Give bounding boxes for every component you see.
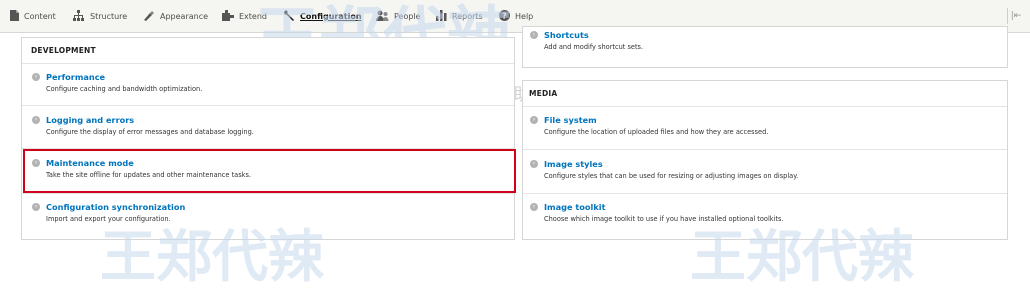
- item-title[interactable]: Configuration synchronization: [46, 202, 185, 212]
- toolbar-item-label: Reports: [452, 12, 483, 21]
- item-description: Configure the display of error messages …: [46, 128, 254, 136]
- divider: [523, 106, 1007, 107]
- shortcuts-link[interactable]: › Shortcuts Add and modify shortcut sets…: [530, 30, 990, 54]
- logging-errors-link[interactable]: › Logging and errors Configure the displ…: [32, 115, 502, 139]
- wrench-icon: [283, 9, 295, 24]
- divider: [523, 193, 1007, 194]
- divider: [22, 193, 514, 194]
- puzzle-icon: [222, 10, 234, 23]
- item-description: Choose which image toolkit to use if you…: [544, 215, 784, 223]
- arrow-right-icon: ›: [530, 160, 538, 168]
- item-description: Configure the location of uploaded files…: [544, 128, 769, 136]
- image-toolkit-link[interactable]: › Image toolkit Choose which image toolk…: [530, 202, 995, 226]
- item-title[interactable]: Shortcuts: [544, 30, 589, 40]
- toolbar-item-label: Content: [24, 12, 56, 21]
- toolbar-item-configuration[interactable]: Configuration: [283, 0, 362, 33]
- toolbar-item-reports[interactable]: Reports: [436, 0, 483, 33]
- toolbar-item-label: People: [394, 12, 421, 21]
- hierarchy-icon: [72, 10, 85, 23]
- media-panel: MEDIA › File system Configure the locati…: [522, 80, 1008, 240]
- item-title[interactable]: Image styles: [544, 159, 603, 169]
- item-title[interactable]: Logging and errors: [46, 115, 134, 125]
- arrow-right-icon: ›: [530, 116, 538, 124]
- arrow-right-icon: ›: [32, 116, 40, 124]
- configuration-sync-link[interactable]: › Configuration synchronization Import a…: [32, 202, 502, 226]
- toolbar-item-people[interactable]: People: [376, 0, 421, 33]
- toolbar-item-appearance[interactable]: Appearance: [143, 0, 208, 33]
- item-title[interactable]: Performance: [46, 72, 105, 82]
- image-styles-link[interactable]: › Image styles Configure styles that can…: [530, 159, 995, 183]
- people-icon: [376, 10, 389, 23]
- performance-link[interactable]: › Performance Configure caching and band…: [32, 72, 502, 96]
- arrow-right-icon: ›: [530, 203, 538, 211]
- user-interface-panel: › Shortcuts Add and modify shortcut sets…: [522, 26, 1008, 68]
- toolbar-item-label: Structure: [90, 12, 128, 21]
- file-icon: [10, 10, 19, 23]
- highlight-box: [23, 149, 516, 193]
- item-title[interactable]: Image toolkit: [544, 202, 606, 212]
- divider: [22, 63, 514, 64]
- toolbar-item-label: Configuration: [300, 12, 362, 21]
- toolbar-item-label: Help: [515, 12, 534, 21]
- item-description: Add and modify shortcut sets.: [544, 43, 644, 51]
- arrow-right-icon: ›: [32, 73, 40, 81]
- file-system-link[interactable]: › File system Configure the location of …: [530, 115, 995, 139]
- item-description: Configure caching and bandwidth optimiza…: [46, 85, 203, 93]
- arrow-right-icon: ›: [32, 203, 40, 211]
- item-description: Configure styles that can be used for re…: [544, 172, 799, 180]
- bar-chart-icon: [436, 10, 447, 23]
- development-panel: DEVELOPMENT › Performance Configure cach…: [21, 37, 515, 240]
- collapse-icon[interactable]: |⇤: [1007, 8, 1024, 24]
- arrow-right-icon: ›: [530, 31, 538, 39]
- toolbar-item-structure[interactable]: Structure: [72, 0, 127, 33]
- toolbar-item-extend[interactable]: Extend: [222, 0, 267, 33]
- paintbrush-icon: [143, 10, 155, 23]
- panel-title: MEDIA: [529, 89, 558, 98]
- svg-text:?: ?: [502, 11, 507, 20]
- toolbar-item-label: Appearance: [160, 12, 209, 21]
- divider: [523, 149, 1007, 150]
- item-description: Import and export your configuration.: [46, 215, 171, 223]
- panel-title: DEVELOPMENT: [31, 46, 96, 55]
- toolbar-item-content[interactable]: Content: [10, 0, 56, 33]
- divider: [22, 105, 514, 106]
- help-icon: ?: [499, 10, 510, 23]
- toolbar-item-label: Extend: [239, 12, 267, 21]
- item-title[interactable]: File system: [544, 115, 597, 125]
